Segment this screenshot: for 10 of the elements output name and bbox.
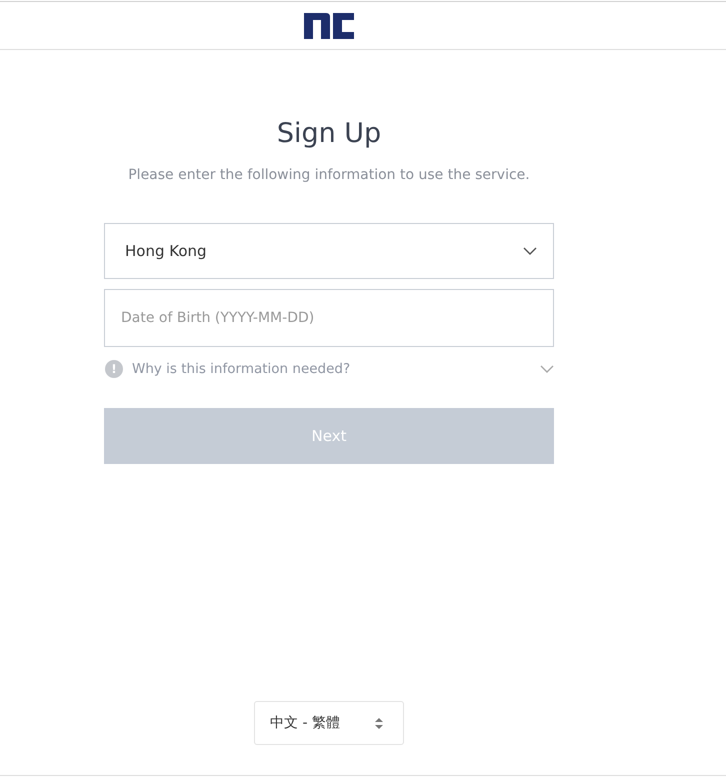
country-select[interactable]: Hong Kong	[104, 223, 554, 279]
chevron-down-icon	[523, 247, 537, 255]
page-title: Sign Up	[276, 117, 382, 151]
chevron-down-icon[interactable]	[540, 365, 554, 373]
subtitle: Please enter the following information to use the service.	[128, 167, 530, 183]
sort-arrows-icon	[375, 718, 383, 728]
date-field[interactable]: Date of Birth (YYYY-MM-DD)	[104, 289, 554, 347]
language-select[interactable]: 中文 - 繁體	[254, 701, 404, 745]
info-icon: !	[105, 360, 123, 378]
logo-icon	[304, 12, 354, 38]
